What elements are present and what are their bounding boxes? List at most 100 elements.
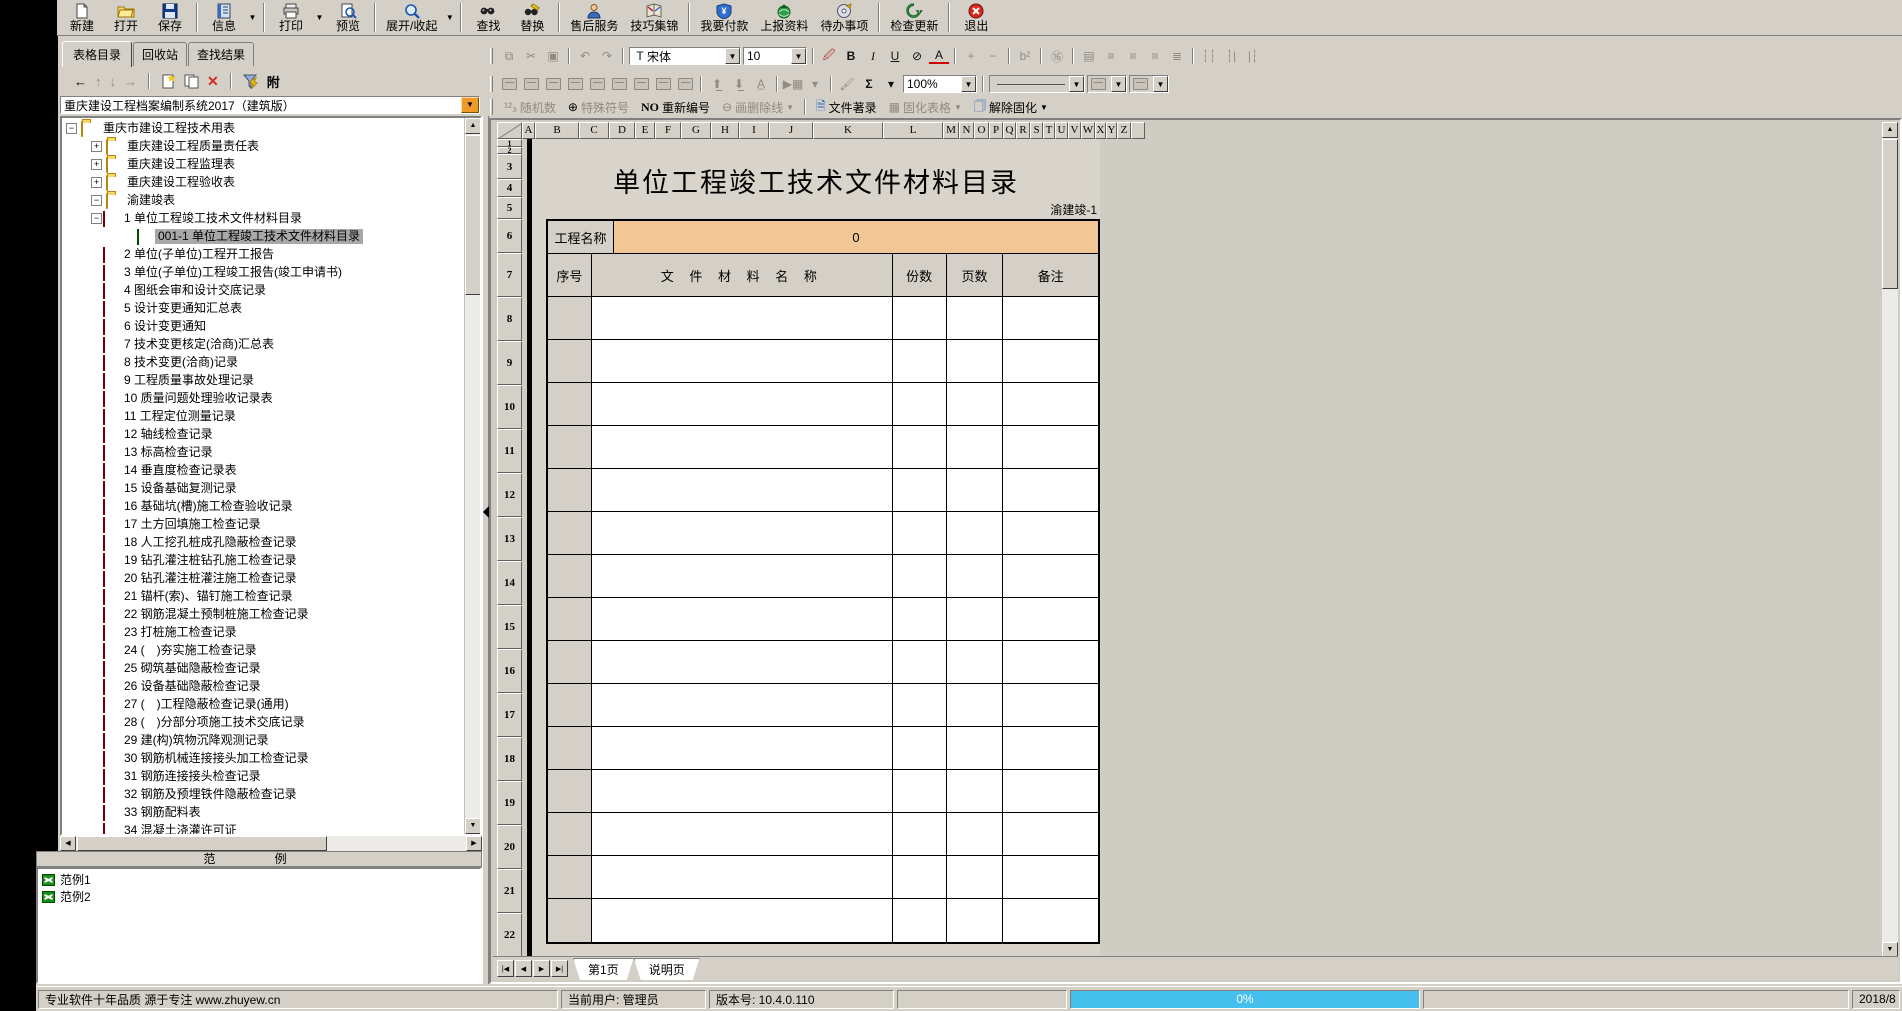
tree-item-label[interactable]: 13 标高检查记录 bbox=[121, 445, 216, 460]
strikethrough-icon[interactable]: ⊘ bbox=[907, 47, 927, 65]
column-header-W[interactable]: W bbox=[1081, 122, 1095, 139]
column-header-A[interactable]: A bbox=[522, 122, 535, 139]
prev-sheet-button[interactable]: ◀ bbox=[515, 960, 532, 977]
table-cell[interactable] bbox=[548, 899, 592, 942]
align-right-icon[interactable]: ≡ bbox=[1145, 47, 1165, 65]
tree-item-label[interactable]: 24 ( )夯实施工检查记录 bbox=[121, 643, 260, 658]
table-cell[interactable] bbox=[893, 727, 947, 770]
table-cell[interactable] bbox=[592, 297, 893, 340]
table-cell[interactable] bbox=[893, 770, 947, 813]
decrease-size-icon[interactable]: − bbox=[983, 47, 1003, 65]
tree-item-label[interactable]: 33 钢筋配料表 bbox=[121, 805, 204, 820]
tree-item[interactable]: 13 标高检查记录 bbox=[62, 443, 463, 461]
tree-item-label[interactable]: 5 设计变更通知汇总表 bbox=[121, 301, 245, 316]
tree-item[interactable]: +重庆建设工程监理表 bbox=[62, 155, 463, 173]
column-header-S[interactable]: S bbox=[1030, 122, 1043, 139]
table-cell[interactable] bbox=[947, 684, 1004, 727]
table-cell[interactable] bbox=[947, 555, 1004, 598]
row-header-3[interactable]: 3 bbox=[497, 154, 522, 179]
row-header-9[interactable]: 9 bbox=[497, 341, 522, 385]
next-sheet-button[interactable]: ▶ bbox=[533, 960, 550, 977]
renumber-button[interactable]: NO 重新编号 bbox=[636, 99, 715, 116]
toolbar-grip[interactable] bbox=[490, 76, 493, 92]
auto-fit-icon[interactable]: A̲ bbox=[751, 75, 771, 93]
column-header-U[interactable]: U bbox=[1055, 122, 1068, 139]
first-sheet-button[interactable]: |◀ bbox=[497, 960, 514, 977]
insert-col-icon[interactable] bbox=[565, 75, 585, 93]
select-all-corner[interactable] bbox=[497, 122, 522, 139]
font-color-button[interactable]: A bbox=[929, 48, 949, 64]
table-cell[interactable] bbox=[592, 555, 893, 598]
table-cell[interactable] bbox=[893, 297, 947, 340]
system-select[interactable]: 重庆建设工程档案编制系统2017（建筑版） ▼ bbox=[60, 96, 480, 114]
table-cell[interactable] bbox=[548, 856, 592, 899]
table-header-cell[interactable]: 份数 bbox=[893, 254, 947, 297]
tree-item[interactable]: −渝建竣表 bbox=[62, 191, 463, 209]
tree-item-label[interactable]: 001-1 单位工程竣工技术文件材料目录 bbox=[155, 229, 363, 244]
column-header-G[interactable]: G bbox=[681, 122, 711, 139]
fill-color-select[interactable]: ▼ bbox=[1129, 75, 1169, 93]
table-cell[interactable] bbox=[947, 856, 1004, 899]
chevron-down-icon[interactable]: ▼ bbox=[246, 0, 259, 35]
row-header-20[interactable]: 20 bbox=[497, 825, 522, 869]
pay-button[interactable]: ¥我要付款 bbox=[694, 0, 754, 35]
tree-item[interactable]: 18 人工挖孔桩成孔隐蔽检查记录 bbox=[62, 533, 463, 551]
tree-item[interactable]: 29 建(构)筑物沉降观测记录 bbox=[62, 731, 463, 749]
table-cell[interactable] bbox=[548, 770, 592, 813]
tree-expand-toggle[interactable]: − bbox=[91, 213, 102, 224]
superscript-icon[interactable]: b² bbox=[1015, 47, 1035, 65]
sheet-tab-1[interactable]: 第1页 bbox=[573, 958, 634, 980]
table-cell[interactable] bbox=[548, 727, 592, 770]
tree-item-label[interactable]: 8 技术变更(洽商)记录 bbox=[121, 355, 241, 370]
tree-expand-toggle[interactable]: − bbox=[91, 195, 102, 206]
nav-up-button[interactable]: ↑ bbox=[95, 74, 102, 89]
row-header-4[interactable]: 4 bbox=[497, 179, 522, 197]
column-header-E[interactable]: E bbox=[635, 122, 655, 139]
table-header-cell[interactable]: 页数 bbox=[947, 254, 1004, 297]
col-width-icon[interactable]: ⬇̲ bbox=[729, 75, 749, 93]
row-header-11[interactable]: 11 bbox=[497, 429, 522, 473]
tree-expand-toggle[interactable]: + bbox=[91, 159, 102, 170]
font-select[interactable]: T 宋体 ▼ bbox=[629, 47, 741, 65]
tree-item[interactable]: 4 图纸会审和设计交底记录 bbox=[62, 281, 463, 299]
tree-item[interactable]: +重庆建设工程验收表 bbox=[62, 173, 463, 191]
table-cell[interactable] bbox=[893, 684, 947, 727]
vertical-text-icon[interactable]: ┆┆ bbox=[1199, 47, 1219, 65]
table-cell[interactable] bbox=[1003, 340, 1098, 383]
undo-icon[interactable]: ↶ bbox=[575, 47, 595, 65]
table-cell[interactable] bbox=[947, 469, 1004, 512]
table-cell[interactable] bbox=[548, 383, 592, 426]
tree-item[interactable]: 21 锚杆(索)、锚钉施工检查记录 bbox=[62, 587, 463, 605]
system-select-dropdown-button[interactable]: ▼ bbox=[461, 97, 479, 113]
table-header-cell[interactable]: 备注 bbox=[1003, 254, 1098, 297]
sidebar-tab-1[interactable]: 表格目录 bbox=[62, 41, 132, 67]
copy-table-icon[interactable] bbox=[184, 74, 199, 89]
table-cell[interactable] bbox=[592, 813, 893, 856]
table-cell[interactable] bbox=[1003, 469, 1098, 512]
table-cell[interactable] bbox=[592, 899, 893, 942]
tree-vertical-scrollbar[interactable]: ▲ ▼ bbox=[464, 118, 480, 834]
chevron-down-icon[interactable]: ▼ bbox=[1111, 76, 1126, 92]
table-cell[interactable] bbox=[893, 856, 947, 899]
toolbar-grip[interactable] bbox=[490, 99, 493, 115]
chevron-down-icon[interactable]: ▼ bbox=[1069, 76, 1084, 92]
table-cell[interactable] bbox=[1003, 641, 1098, 684]
tree-item-label[interactable]: 1 单位工程竣工技术文件材料目录 bbox=[121, 211, 305, 226]
save-button[interactable]: 保存 bbox=[148, 0, 192, 35]
sheet-tab-2[interactable]: 说明页 bbox=[634, 958, 700, 980]
align-center-icon[interactable]: ≡ bbox=[1123, 47, 1143, 65]
table-cell[interactable] bbox=[592, 856, 893, 899]
table-cell[interactable] bbox=[947, 297, 1004, 340]
table-cell[interactable] bbox=[592, 598, 893, 641]
tree-item-label[interactable]: 32 钢筋及预埋铁件隐蔽检查记录 bbox=[121, 787, 300, 802]
table-header-cell[interactable]: 文 件 材 料 名 称 bbox=[592, 254, 893, 297]
table-cell[interactable] bbox=[1003, 727, 1098, 770]
panel-splitter[interactable] bbox=[482, 116, 489, 984]
column-header-N[interactable]: N bbox=[959, 122, 974, 139]
tree-item[interactable]: 30 钢筋机械连接接头加工检查记录 bbox=[62, 749, 463, 767]
column-header-H[interactable]: H bbox=[711, 122, 739, 139]
delete-col-icon[interactable] bbox=[587, 75, 607, 93]
table-cell[interactable] bbox=[1003, 426, 1098, 469]
column-header-F[interactable]: F bbox=[655, 122, 681, 139]
table-cell[interactable] bbox=[548, 297, 592, 340]
